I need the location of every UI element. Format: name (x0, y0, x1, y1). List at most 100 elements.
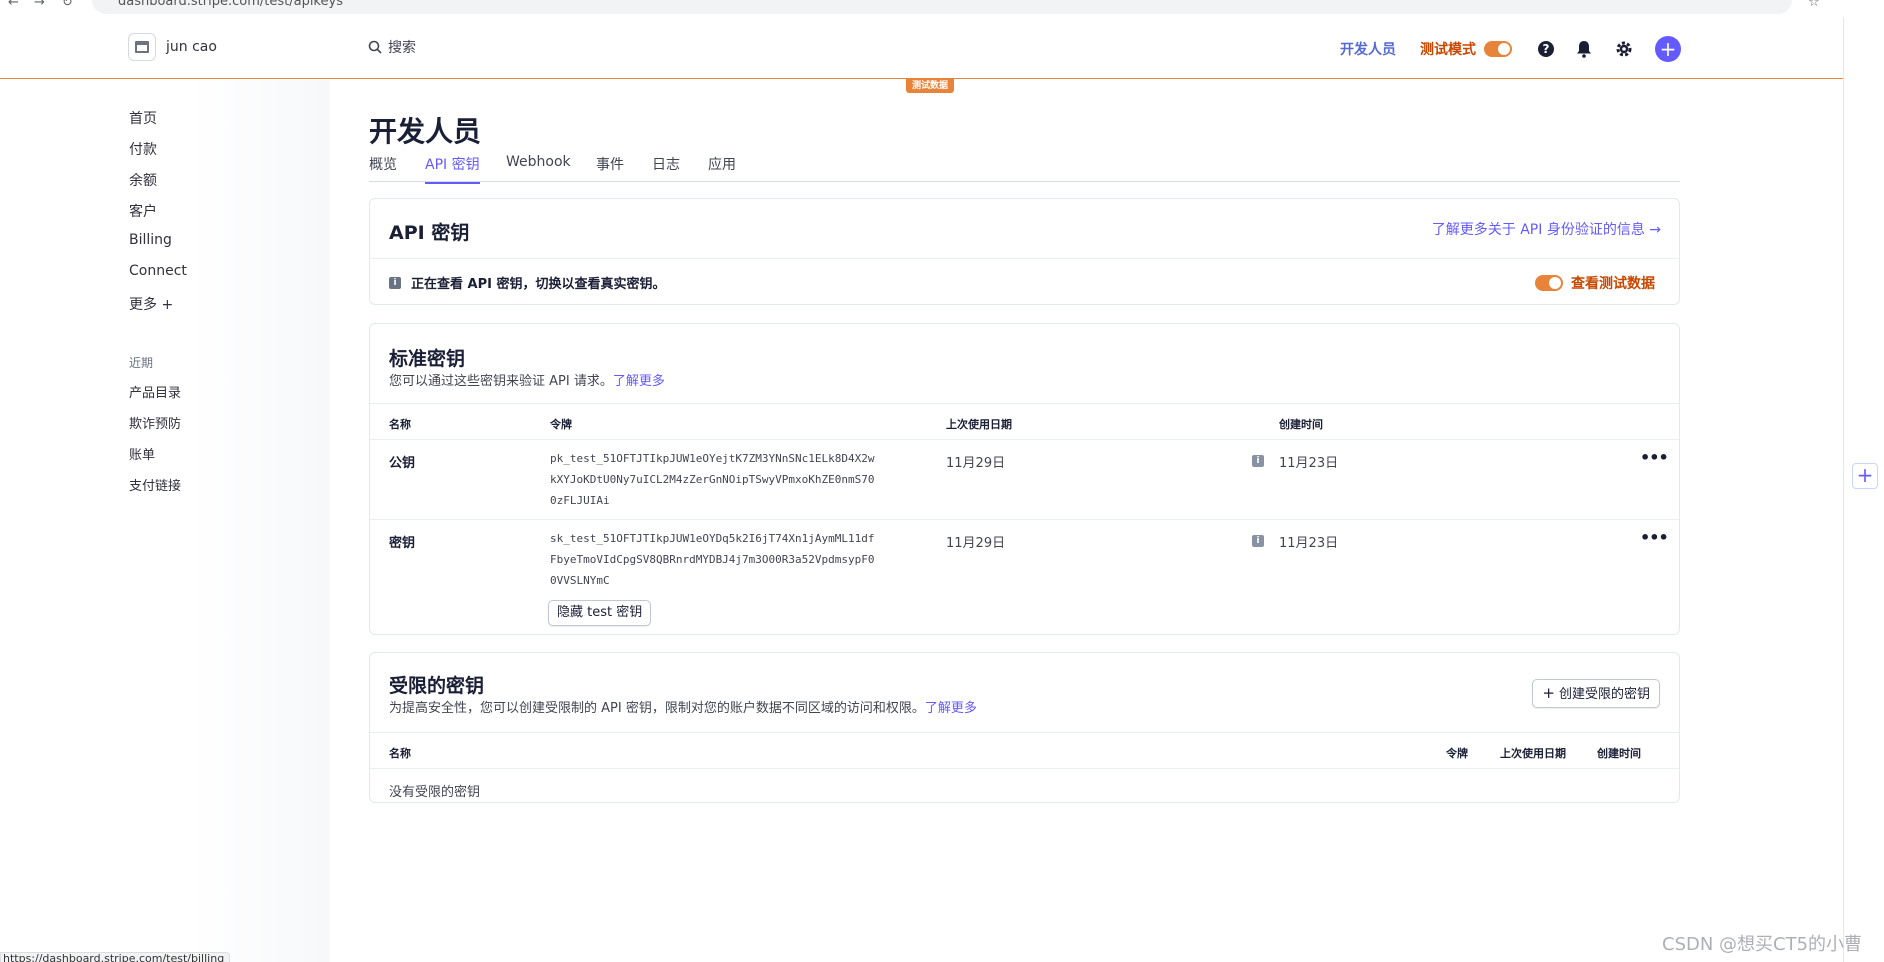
tab-overview[interactable]: 概览 (369, 154, 397, 182)
standard-keys-learn-more-link[interactable]: 了解更多 (613, 374, 665, 389)
svg-text:?: ? (1543, 42, 1550, 56)
developers-link[interactable]: 开发人员 (1340, 39, 1396, 59)
tab-bar: 概览 API 密钥 Webhook 事件 日志 应用 (369, 154, 1680, 184)
standard-keys-card: 标准密钥 您可以通过这些密钥来验证 API 请求。了解更多 名称 令牌 上次使用… (369, 323, 1680, 635)
column-header-token: 令牌 (550, 418, 572, 431)
api-keys-title: API 密钥 (389, 222, 470, 244)
test-keys-notice: i 正在查看 API 密钥，切换以查看真实密钥。 (389, 273, 665, 292)
sidebar-recent-payment-links[interactable]: 支付链接 (129, 475, 181, 494)
key-name: 公钥 (389, 456, 416, 471)
toggle-switch-icon (1484, 41, 1512, 57)
view-test-data-label: 查看测试数据 (1571, 276, 1655, 292)
column-header-created: 创建时间 (1279, 418, 1323, 431)
link-preview-status: https://dashboard.stripe.com/test/billin… (0, 952, 230, 962)
reload-icon[interactable]: ↻ (62, 0, 73, 10)
page-title: 开发人员 (369, 115, 482, 148)
key-token[interactable]: pk_test_51OFTJTIkpJUW1eOYejtK7ZM3YNnSNc1… (550, 448, 880, 511)
create-restricted-key-label: 创建受限的密钥 (1558, 687, 1650, 702)
key-last-used: 11月29日 (946, 536, 1006, 551)
top-actions: 开发人员 测试模式 ? + (1340, 35, 1681, 63)
sidebar-recent-fraud-prevention[interactable]: 欺诈预防 (129, 413, 181, 432)
tab-apps[interactable]: 应用 (708, 154, 736, 182)
tab-events[interactable]: 事件 (596, 154, 624, 182)
info-icon: i (389, 276, 401, 289)
test-mode-label: 测试模式 (1420, 42, 1476, 58)
create-restricted-key-button[interactable]: + 创建受限的密钥 (1532, 679, 1660, 708)
info-icon[interactable]: i (1252, 535, 1264, 547)
standard-keys-subtitle: 您可以通过这些密钥来验证 API 请求。了解更多 (389, 370, 665, 389)
sidebar-item-balances[interactable]: 余额 (129, 170, 157, 190)
sidebar-item-billing[interactable]: Billing (129, 232, 172, 248)
test-mode-toggle[interactable]: 测试模式 (1420, 39, 1512, 59)
column-header-created: 创建时间 (1597, 747, 1641, 760)
create-new-plus-icon[interactable]: + (1655, 36, 1681, 62)
sidebar-item-payments[interactable]: 付款 (129, 139, 157, 159)
hide-test-key-button[interactable]: 隐藏 test 密钥 (548, 600, 652, 626)
key-last-used: 11月29日 (946, 456, 1006, 471)
column-header-name: 名称 (389, 418, 411, 431)
right-panel-border (1843, 17, 1844, 962)
sidebar: 首页 付款 余额 客户 Billing Connect 更多 + 近期 产品目录… (0, 80, 330, 962)
learn-api-auth-link[interactable]: 了解更多关于 API 身份验证的信息 → (1432, 219, 1661, 239)
back-icon[interactable]: ← (8, 0, 19, 10)
restricted-keys-subtitle: 为提高安全性，您可以创建受限制的 API 密钥，限制对您的账户数据不同区域的访问… (389, 697, 977, 716)
key-created: 11月23日 (1279, 456, 1339, 471)
test-data-badge: 测试数据 (906, 79, 955, 93)
sidebar-recent-product-catalog[interactable]: 产品目录 (129, 382, 181, 401)
standard-keys-title: 标准密钥 (389, 348, 466, 370)
recent-heading: 近期 (129, 356, 154, 370)
info-icon[interactable]: i (1252, 455, 1264, 467)
test-keys-notice-text: 正在查看 API 密钥，切换以查看真实密钥。 (411, 277, 666, 292)
notification-bell-icon[interactable] (1574, 39, 1594, 59)
divider (370, 439, 1679, 440)
sidebar-item-home[interactable]: 首页 (129, 108, 157, 128)
search-icon (368, 40, 382, 54)
restricted-keys-learn-more-link[interactable]: 了解更多 (925, 701, 977, 716)
divider (370, 403, 1679, 404)
tab-logs[interactable]: 日志 (652, 154, 680, 182)
standard-keys-description: 您可以通过这些密钥来验证 API 请求。 (389, 374, 613, 389)
column-header-name: 名称 (389, 747, 411, 760)
sidebar-item-customers[interactable]: 客户 (129, 201, 157, 221)
key-created: 11月23日 (1279, 536, 1339, 551)
divider (370, 732, 1679, 733)
settings-gear-icon[interactable] (1614, 39, 1634, 59)
more-options-icon[interactable]: ••• (1640, 528, 1669, 547)
divider (370, 768, 1679, 769)
search-placeholder: 搜索 (388, 40, 416, 56)
plus-icon: + (1542, 684, 1555, 702)
restricted-keys-title: 受限的密钥 (389, 675, 485, 697)
tab-webhook[interactable]: Webhook (506, 154, 571, 178)
address-bar-url: dashboard.stripe.com/test/apikeys (118, 0, 343, 9)
api-keys-card: API 密钥 了解更多关于 API 身份验证的信息 → i 正在查看 API 密… (369, 198, 1680, 305)
address-bar[interactable] (92, 0, 1792, 14)
bookmark-star-icon[interactable]: ☆ (1808, 0, 1820, 10)
restricted-keys-card: 受限的密钥 为提高安全性，您可以创建受限制的 API 密钥，限制对您的账户数据不… (369, 652, 1680, 803)
key-name: 密钥 (389, 536, 416, 551)
view-test-data-toggle[interactable]: 查看测试数据 (1535, 273, 1655, 293)
column-header-last-used: 上次使用日期 (946, 418, 1012, 431)
store-icon (128, 33, 156, 61)
search-input[interactable]: 搜索 (368, 37, 416, 57)
account-name: jun cao (166, 39, 217, 55)
top-bar: jun cao 搜索 开发人员 测试模式 ? + (0, 17, 1844, 79)
sidebar-recent-invoices[interactable]: 账单 (129, 444, 155, 463)
browser-toolbar: ← → ↻ dashboard.stripe.com/test/apikeys … (0, 0, 1884, 16)
toggle-switch-icon (1535, 275, 1563, 291)
restricted-keys-description: 为提高安全性，您可以创建受限制的 API 密钥，限制对您的账户数据不同区域的访问… (389, 701, 925, 716)
more-options-icon[interactable]: ••• (1640, 448, 1669, 467)
sidebar-item-more[interactable]: 更多 + (129, 294, 173, 314)
forward-icon[interactable]: → (34, 0, 45, 10)
key-token[interactable]: sk_test_51OFTJTIkpJUW1eOYDq5k2I6jT74Xn1j… (550, 528, 880, 591)
account-switcher[interactable]: jun cao (128, 33, 217, 61)
help-icon[interactable]: ? (1536, 39, 1556, 59)
side-panel-add-icon[interactable]: + (1852, 463, 1878, 489)
sidebar-item-connect[interactable]: Connect (129, 263, 187, 279)
divider (370, 258, 1679, 259)
column-header-last-used: 上次使用日期 (1500, 747, 1566, 760)
column-header-token: 令牌 (1446, 747, 1468, 760)
divider (370, 519, 1679, 520)
watermark-text: CSDN @想买CT5的小曹 (1662, 934, 1863, 955)
tab-api-keys[interactable]: API 密钥 (425, 154, 480, 184)
empty-state-text: 没有受限的密钥 (389, 785, 481, 800)
